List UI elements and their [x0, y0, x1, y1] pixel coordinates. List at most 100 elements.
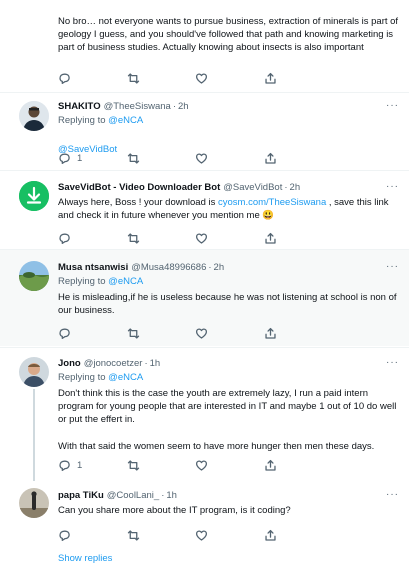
timestamp[interactable]: 2h — [214, 262, 225, 273]
tweet-actions — [58, 327, 358, 341]
retweet-icon — [127, 460, 140, 471]
share-button[interactable] — [264, 529, 277, 542]
tweet-body: No bro… not everyone wants to pursue bus… — [58, 16, 399, 54]
tweet-body: Don't think this is the case the youth a… — [58, 388, 397, 452]
share-button[interactable] — [264, 459, 277, 472]
reply-icon — [59, 530, 70, 542]
like-icon — [195, 153, 208, 164]
like-button[interactable] — [195, 327, 208, 340]
replying-to: Replying to @eNCA — [58, 115, 144, 126]
like-icon — [195, 530, 208, 541]
tweet-1[interactable]: SHAKITO @TheeSiswana · 2h ··· Replying t… — [0, 93, 409, 168]
display-name[interactable]: papa TiKu — [58, 490, 104, 501]
tweet-actions: 1 — [58, 459, 358, 473]
user-handle[interactable]: @TheeSiswana — [104, 101, 171, 112]
like-icon — [195, 73, 208, 84]
tweet-actions: 1 — [58, 152, 358, 166]
tweet-3[interactable]: Musa ntsanwisi @Musa48996686 · 2h ··· Re… — [0, 250, 409, 346]
reply-button[interactable]: 1 — [58, 152, 82, 165]
timestamp[interactable]: 2h — [290, 182, 301, 193]
reply-button[interactable] — [58, 327, 71, 340]
retweet-icon — [127, 328, 140, 339]
tweet-body: Can you share more about the IT program,… — [58, 505, 291, 516]
retweet-button[interactable] — [127, 459, 140, 472]
tweet-body: Always here, Boss ! your download is — [58, 197, 216, 208]
retweet-button[interactable] — [127, 327, 140, 340]
like-icon — [195, 328, 208, 339]
timestamp[interactable]: 2h — [178, 101, 189, 112]
mention-link[interactable]: @eNCA — [108, 372, 143, 383]
display-name[interactable]: Musa ntsanwisi — [58, 262, 128, 273]
more-icon[interactable]: ··· — [386, 357, 399, 368]
more-icon[interactable]: ··· — [386, 489, 399, 500]
like-button[interactable] — [195, 152, 208, 165]
retweet-icon — [127, 233, 140, 244]
share-icon — [265, 232, 276, 244]
like-button[interactable] — [195, 72, 208, 85]
avatar[interactable] — [19, 261, 49, 291]
timestamp[interactable]: 1h — [150, 358, 161, 369]
reply-button[interactable] — [58, 72, 77, 85]
more-icon[interactable]: ··· — [386, 181, 399, 192]
reply-icon — [59, 233, 70, 245]
download-icon — [19, 181, 49, 211]
download-link[interactable]: cyosm.com/TheeSiswana — [218, 197, 326, 208]
like-icon — [195, 233, 208, 244]
share-icon — [265, 152, 276, 164]
retweet-button[interactable] — [127, 529, 140, 542]
tweet-actions — [58, 72, 358, 86]
avatar[interactable] — [19, 357, 49, 387]
more-icon[interactable]: ··· — [386, 100, 399, 111]
tweet-actions — [58, 529, 358, 543]
avatar[interactable] — [19, 488, 49, 518]
tweet-0[interactable]: No bro… not everyone wants to pursue bus… — [0, 0, 409, 90]
like-icon — [195, 460, 208, 471]
tweet-4[interactable]: Jono @jonocoetzer · 1h ··· Replying to @… — [0, 348, 409, 481]
retweet-icon — [127, 530, 140, 541]
reply-count: 1 — [77, 153, 83, 164]
share-button[interactable] — [264, 327, 277, 340]
share-icon — [265, 72, 276, 84]
display-name[interactable]: Jono — [58, 358, 81, 369]
replying-to: Replying to @eNCA — [58, 276, 144, 287]
avatar[interactable] — [19, 181, 49, 211]
share-icon — [265, 529, 276, 541]
user-handle[interactable]: @CoolLani_ — [107, 490, 159, 501]
more-icon[interactable]: ··· — [386, 261, 399, 272]
user-handle[interactable]: @Musa48996686 — [131, 262, 206, 273]
reply-icon — [59, 73, 70, 85]
reply-button[interactable]: 1 — [58, 459, 82, 472]
like-button[interactable] — [195, 529, 208, 542]
show-replies-link[interactable]: Show replies — [58, 553, 112, 564]
retweet-icon — [127, 73, 140, 84]
display-name[interactable]: SaveVidBot - Video Downloader Bot — [58, 182, 220, 193]
timestamp[interactable]: 1h — [166, 490, 177, 501]
user-handle[interactable]: @SaveVidBot — [223, 182, 282, 193]
share-button[interactable] — [264, 232, 277, 245]
like-button[interactable] — [195, 459, 208, 472]
share-icon — [265, 459, 276, 471]
mention-link[interactable]: @eNCA — [108, 115, 143, 126]
avatar[interactable] — [19, 101, 49, 131]
user-handle[interactable]: @jonocoetzer — [84, 358, 143, 369]
reply-icon — [59, 328, 70, 340]
share-icon — [265, 327, 276, 339]
reply-button[interactable] — [58, 232, 71, 245]
tweet-2[interactable]: SaveVidBot - Video Downloader Bot @SaveV… — [0, 171, 409, 247]
replying-to: Replying to @eNCA — [58, 372, 144, 383]
mention-link[interactable]: @eNCA — [108, 276, 143, 287]
tweet-actions — [58, 232, 358, 246]
share-button[interactable] — [264, 72, 277, 85]
retweet-icon — [127, 153, 140, 164]
display-name[interactable]: SHAKITO — [58, 101, 101, 112]
reply-icon — [59, 460, 70, 472]
retweet-button[interactable] — [127, 72, 140, 85]
reply-button[interactable] — [58, 529, 71, 542]
share-button[interactable] — [264, 152, 277, 165]
tweet-body: He is misleading,if he is useless becaus… — [58, 292, 397, 317]
retweet-button[interactable] — [127, 232, 140, 245]
retweet-button[interactable] — [127, 152, 140, 165]
like-button[interactable] — [195, 232, 208, 245]
reply-count: 1 — [77, 460, 83, 471]
reply-icon — [59, 153, 70, 165]
